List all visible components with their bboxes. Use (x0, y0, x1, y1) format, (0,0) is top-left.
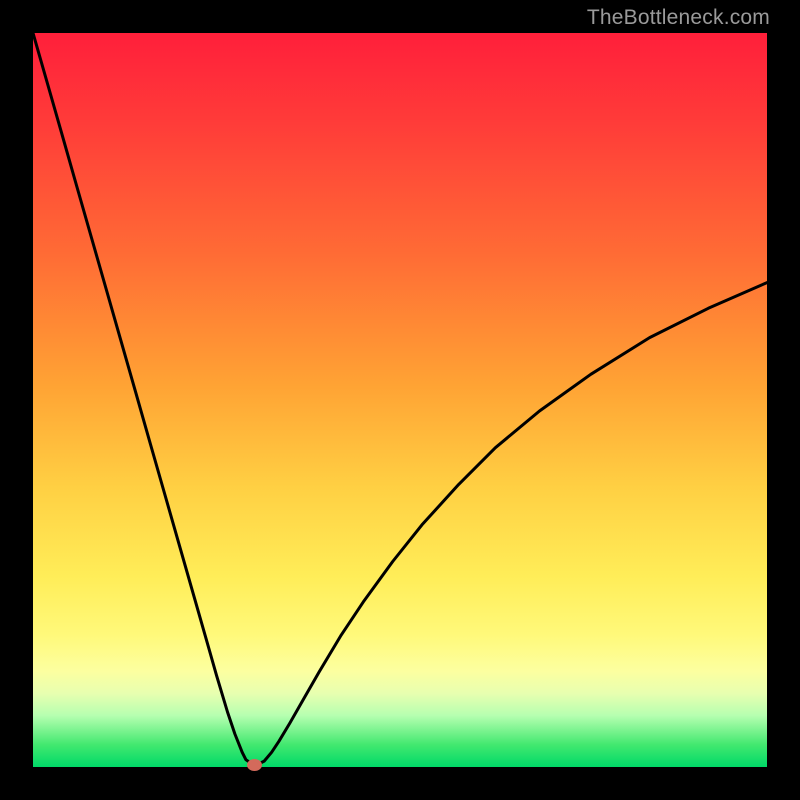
bottleneck-curve (33, 33, 767, 765)
optimum-marker (247, 759, 262, 771)
watermark-text: TheBottleneck.com (587, 6, 770, 30)
plot-area (33, 33, 767, 767)
curve-svg (33, 33, 767, 767)
chart-container: TheBottleneck.com (0, 0, 800, 800)
